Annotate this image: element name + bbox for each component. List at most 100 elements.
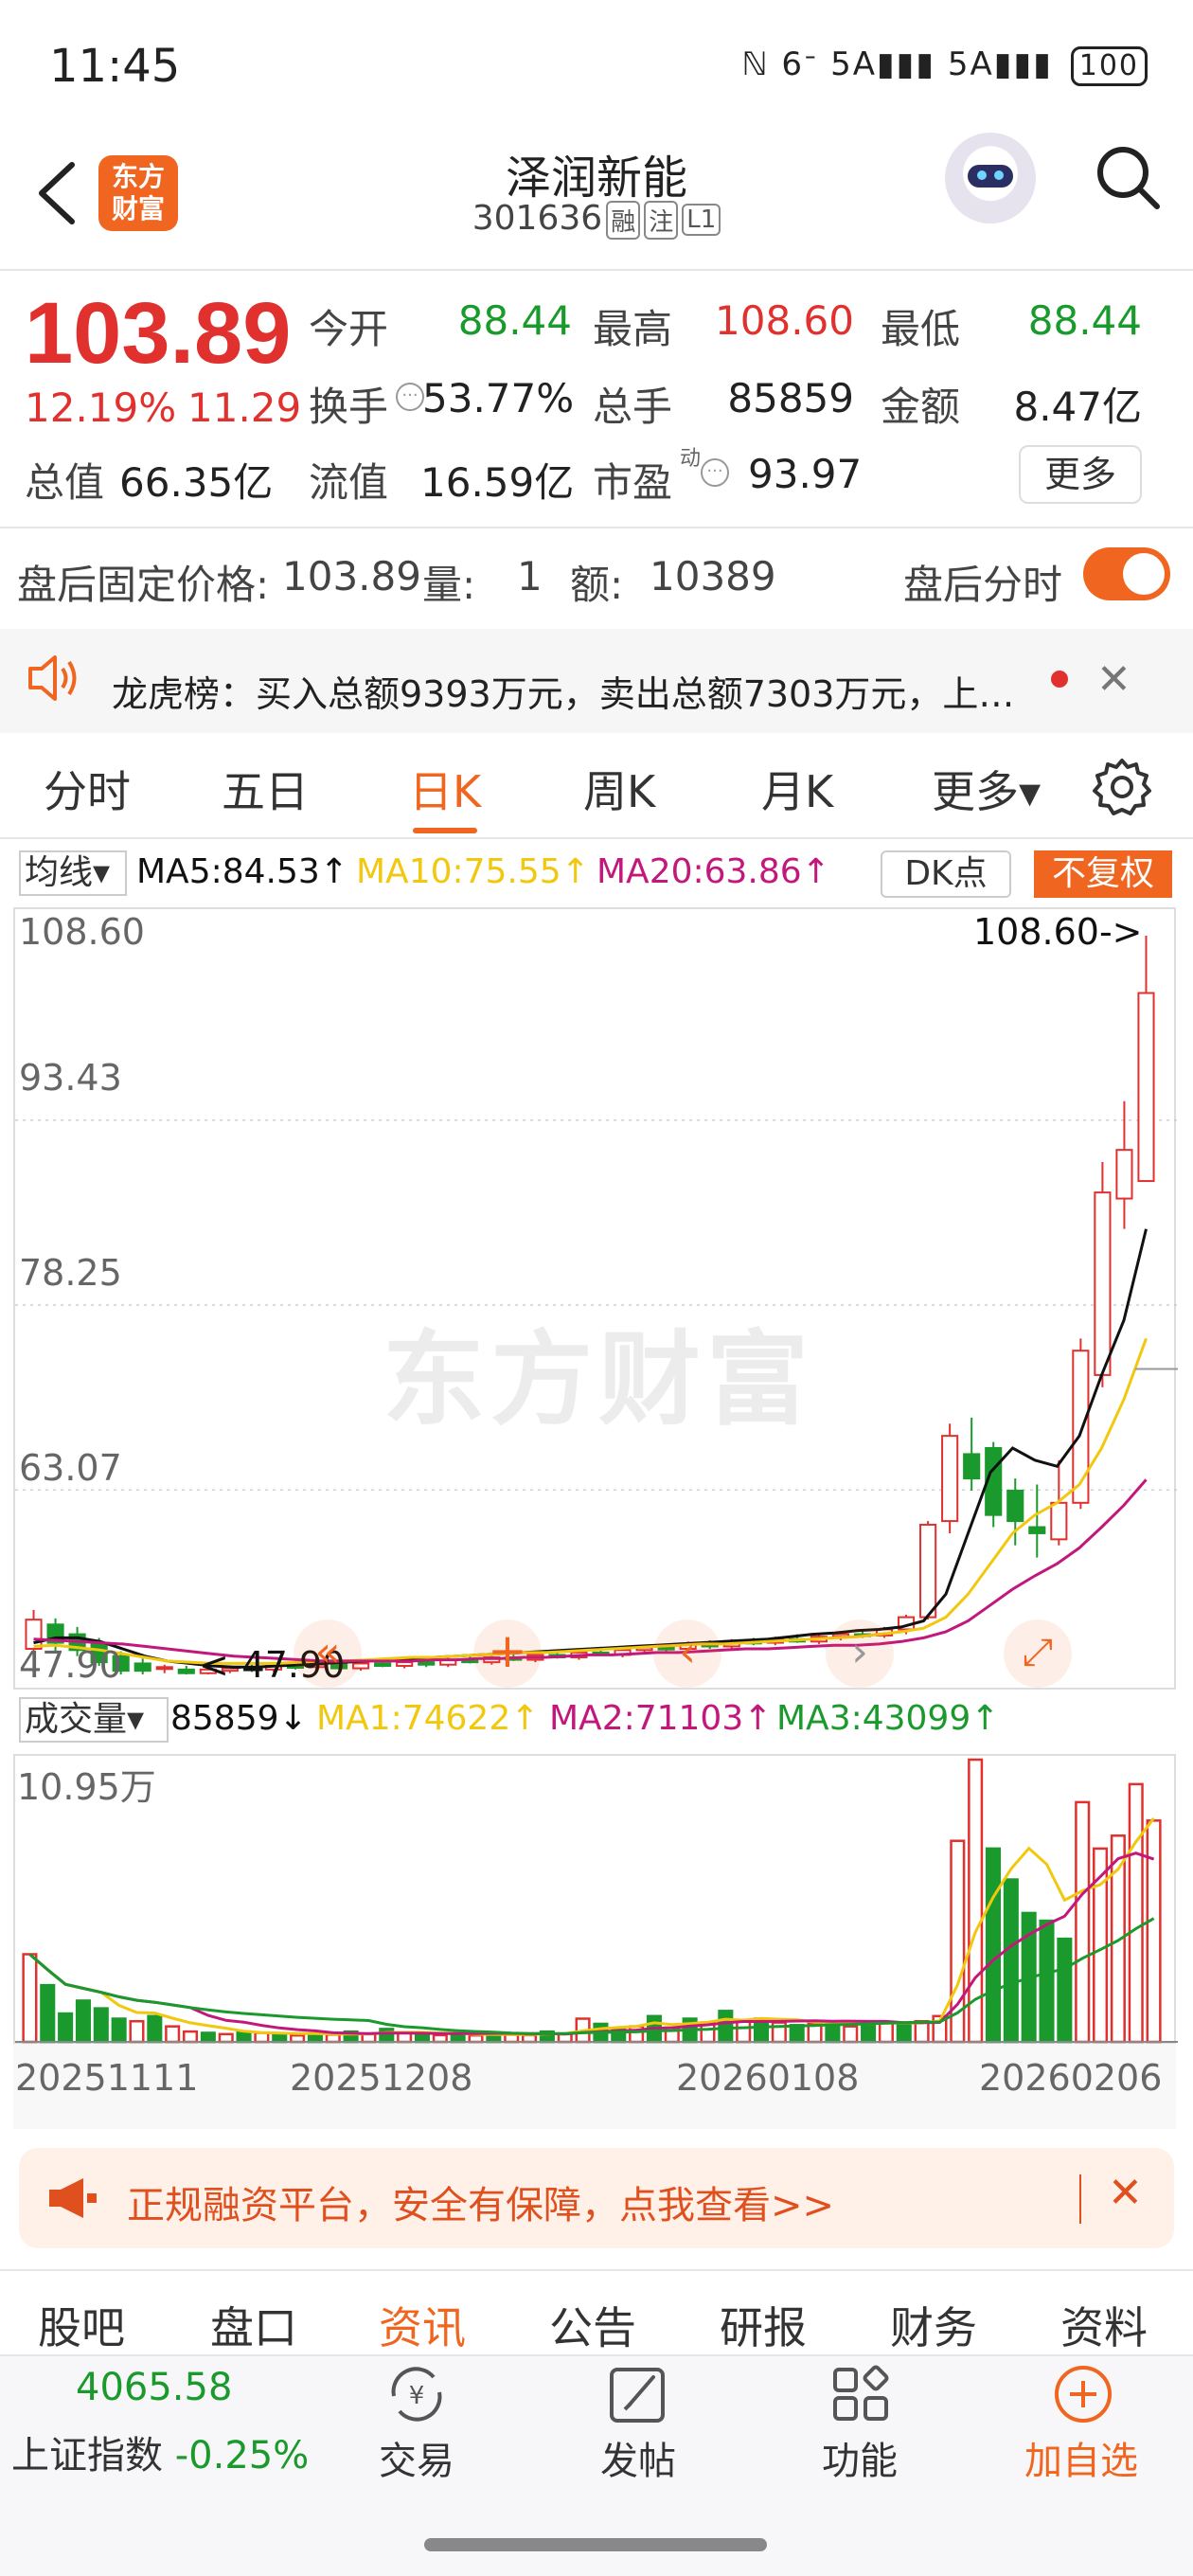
next-icon[interactable]: › — [826, 1619, 894, 1688]
volume-ma3-legend: MA3:43099↑ — [776, 1699, 1000, 1738]
info-icon[interactable]: ··· — [396, 383, 424, 411]
y-tick-4: 63.07 — [19, 1447, 122, 1489]
float-cap-label: 流值 — [309, 459, 389, 506]
candle — [1137, 936, 1155, 1183]
tab-research[interactable]: 研报 — [720, 2294, 807, 2356]
promo-close-icon[interactable]: ✕ — [1108, 2169, 1143, 2217]
indicator-select[interactable]: 均线▾ — [19, 850, 127, 896]
tag-margin: 融 — [606, 200, 641, 240]
pe-info-icon[interactable]: ··· — [701, 458, 729, 487]
tab-profile[interactable]: 资料 — [1060, 2294, 1148, 2356]
index-name: 上证指数 — [11, 2434, 163, 2478]
volume-bar — [147, 2014, 163, 2044]
volume-bar — [450, 2032, 466, 2044]
prev-icon[interactable]: ‹ — [653, 1619, 721, 1688]
x-tick-3: 20260108 — [676, 2057, 860, 2099]
tab-announcements[interactable]: 公告 — [549, 2294, 636, 2356]
gear-icon[interactable] — [1091, 756, 1153, 818]
active-tab-indicator — [413, 828, 477, 833]
tab-daily-k[interactable]: 日K — [409, 758, 481, 820]
volume-bar — [111, 2017, 127, 2044]
notice-text[interactable]: 龙虎榜：买入总额9393万元，卖出总额7303万元，上… — [112, 665, 1014, 717]
volume-bar — [254, 2031, 270, 2044]
trade-icon[interactable]: ¥ — [383, 2364, 451, 2424]
volume-bar — [522, 2033, 538, 2044]
volume-bar — [468, 2033, 484, 2044]
megaphone-icon — [49, 2178, 97, 2218]
close-icon[interactable]: ✕ — [1096, 655, 1131, 704]
tab-five-day[interactable]: 五日 — [222, 758, 309, 820]
volume-bar — [200, 2031, 216, 2044]
volume-bar — [432, 2033, 448, 2044]
float-cap-value: 16.59亿 — [420, 459, 575, 506]
divider — [0, 2269, 1193, 2271]
nav-trade-label[interactable]: 交易 — [379, 2430, 454, 2485]
candle — [963, 1417, 981, 1491]
volume-svg[interactable] — [15, 1756, 1178, 2046]
tab-weekly-k[interactable]: 周K — [583, 758, 655, 820]
divider — [0, 527, 1193, 528]
volume-bar — [75, 1999, 91, 2044]
volume-bar — [736, 2019, 752, 2044]
current-price: 103.89 — [25, 285, 292, 382]
tab-financials[interactable]: 财务 — [890, 2294, 977, 2356]
assistant-robot-icon[interactable] — [945, 133, 1036, 224]
candle — [985, 1441, 1003, 1528]
dk-point-button[interactable]: DK点 — [881, 850, 1011, 898]
divider — [0, 837, 1193, 839]
tab-intraday[interactable]: 分时 — [44, 758, 131, 820]
status-time: 11:45 — [49, 40, 181, 93]
speaker-icon — [28, 655, 77, 701]
after-hours-amt-label: 额: — [570, 562, 624, 608]
nav-post-label[interactable]: 发帖 — [600, 2430, 676, 2485]
post-icon[interactable] — [606, 2364, 672, 2424]
volume-bar — [272, 2032, 288, 2044]
status-bar: 11:45 ℕ 6ᐨ 5A▮▮▮ 5A▮▮▮ 100 — [0, 0, 1193, 142]
pe-dynamic-mark: 动 — [680, 447, 702, 471]
add-favorite-icon[interactable] — [1051, 2362, 1115, 2426]
after-hours-amt: 10389 — [650, 553, 776, 599]
candle — [919, 1521, 937, 1620]
volume-bar — [218, 2032, 234, 2044]
low-value: 88.44 — [1027, 297, 1142, 344]
tab-orderbook[interactable]: 盘口 — [210, 2294, 297, 2356]
promo-separator — [1079, 2174, 1081, 2224]
status-icons: ℕ 6ᐨ 5A▮▮▮ 5A▮▮▮ 100 — [741, 45, 1148, 86]
volume-chart[interactable] — [13, 1754, 1178, 2046]
after-hours-price: 103.89 — [282, 553, 421, 599]
apps-icon[interactable] — [829, 2364, 894, 2424]
nav-add-favorite-label[interactable]: 加自选 — [1024, 2430, 1138, 2485]
tab-news[interactable]: 资讯 — [379, 2294, 466, 2356]
search-icon[interactable] — [1095, 144, 1163, 212]
home-indicator[interactable] — [424, 2538, 767, 2551]
pe-label: 市盈 — [593, 459, 673, 506]
volume-indicator-select[interactable]: 成交量▾ — [19, 1697, 169, 1743]
candle — [134, 1658, 151, 1674]
turnover-value: 53.77% — [422, 375, 575, 421]
index-value[interactable]: 4065.58 — [76, 2366, 232, 2409]
zoom-in-icon[interactable]: + — [473, 1619, 542, 1688]
after-hours-toggle[interactable] — [1083, 547, 1170, 600]
volume-bar — [165, 2025, 181, 2044]
high-marker: 108.60-> — [973, 911, 1143, 953]
stock-code: 301636 — [472, 199, 603, 238]
nav-apps-label[interactable]: 功能 — [822, 2430, 898, 2485]
tab-more[interactable]: 更多▾ — [932, 758, 1041, 820]
tab-forum[interactable]: 股吧 — [38, 2294, 125, 2356]
battery-icon: 100 — [1070, 46, 1148, 86]
ma10-legend: MA10:75.55↑ — [356, 852, 590, 891]
promo-text[interactable]: 正规融资平台，安全有保障，点我查看>> — [127, 2174, 834, 2229]
volume-bar — [93, 2007, 109, 2044]
adjust-button[interactable]: 不复权 — [1034, 850, 1172, 898]
index-name-row[interactable]: 上证指数 -0.25% — [11, 2424, 309, 2479]
scroll-left-icon[interactable]: « — [294, 1619, 362, 1688]
volume-bar — [1039, 1919, 1055, 2044]
ma20-legend: MA20:63.86↑ — [596, 852, 830, 891]
more-button[interactable]: 更多 — [1019, 445, 1142, 504]
divider — [0, 269, 1193, 271]
ma-line-ma5 — [33, 1228, 1148, 1669]
volume-bar — [307, 2032, 323, 2044]
volume-bar — [896, 2022, 912, 2044]
fullscreen-icon[interactable]: ⤢ — [1004, 1619, 1072, 1688]
tab-monthly-k[interactable]: 月K — [761, 758, 833, 820]
